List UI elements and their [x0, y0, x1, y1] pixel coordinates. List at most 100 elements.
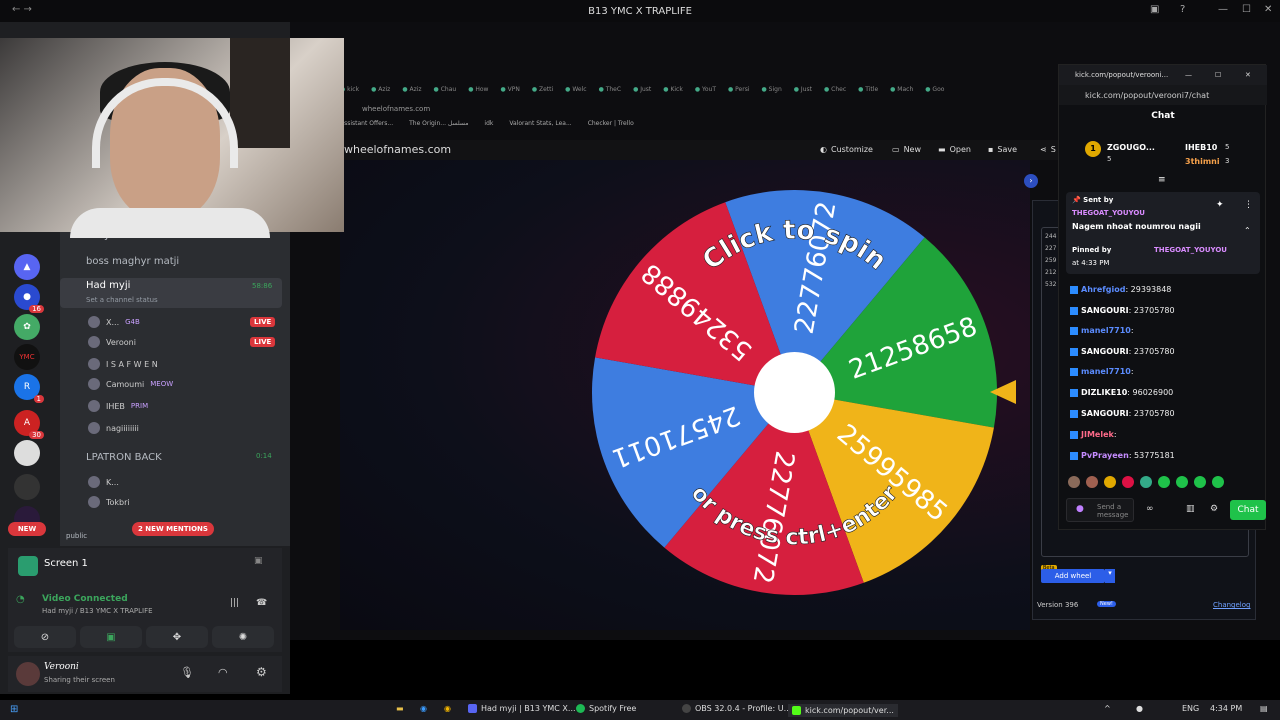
channel-boss[interactable]: boss maghyr matji — [86, 256, 179, 267]
more-icon[interactable]: ⋮ — [1244, 200, 1253, 210]
chat-message[interactable]: manel7710: — [1070, 326, 1134, 335]
settings-icon[interactable]: ⚙ — [256, 665, 267, 679]
bookmark-item[interactable]: Assistant Offers... — [340, 120, 393, 134]
chat-message[interactable]: SANGOURI: 23705780 — [1070, 409, 1175, 418]
browser-tab[interactable]: Kick — [663, 86, 682, 102]
inbox-icon[interactable]: ▣ — [1150, 4, 1159, 15]
voice-user[interactable]: X... G4B — [88, 316, 140, 328]
unpin-icon[interactable]: ✦ — [1216, 200, 1224, 210]
chevron-up-icon[interactable]: ⌃ — [1244, 226, 1251, 235]
browser-tab[interactable]: Sign — [762, 86, 782, 102]
chat-message[interactable]: Ahrefgiod: 29393848 — [1070, 285, 1171, 294]
account-name[interactable]: Verooni — [44, 662, 79, 672]
browser-tab[interactable]: How — [468, 86, 488, 102]
maximize-icon[interactable]: ☐ — [1242, 4, 1251, 15]
tray-mic-icon[interactable]: ● — [1136, 704, 1143, 713]
browser-tab[interactable]: Chau — [434, 86, 456, 102]
server-icon[interactable]: R1 — [14, 374, 44, 403]
language-indicator[interactable]: ENG — [1182, 704, 1199, 713]
share-button[interactable]: ⋖ S — [1040, 145, 1056, 154]
minimize-icon[interactable]: — — [1185, 71, 1192, 79]
server-icon[interactable]: ● 16 — [14, 284, 44, 313]
collapse-icon[interactable]: › — [1024, 174, 1038, 188]
chat-message[interactable]: JIMelek: — [1070, 430, 1117, 439]
chat-message[interactable]: manel7710: — [1070, 367, 1134, 376]
back-forward-icons[interactable]: ← → — [12, 4, 32, 15]
voice-user[interactable]: I S A F W E N — [88, 358, 158, 370]
mic-icon[interactable]: 🎙 — [180, 666, 194, 679]
bookmark-item[interactable]: Checker | Trello — [588, 120, 634, 134]
start-icon[interactable]: ⊞ — [10, 704, 18, 715]
server-icon[interactable]: ▲ — [14, 254, 40, 280]
server-icon[interactable] — [14, 474, 40, 500]
browser-tab[interactable]: Just — [633, 86, 651, 102]
camera-off-button[interactable]: ⊘ — [14, 626, 76, 648]
browser-tab[interactable]: TheC — [599, 86, 621, 102]
chrome-icon[interactable]: ◉ — [444, 704, 451, 713]
chat-username[interactable]: PvPrayeen — [1081, 451, 1129, 460]
browser-tab[interactable]: Zetti — [532, 86, 553, 102]
voice-user[interactable]: K... — [88, 476, 119, 488]
popout-icon[interactable]: ▣ — [254, 556, 263, 566]
voice-user[interactable]: Camoumi MEOW — [88, 378, 173, 390]
clock[interactable]: 4:34 PM — [1210, 704, 1242, 713]
chat-username[interactable]: manel7710 — [1081, 367, 1131, 376]
maximize-icon[interactable]: ☐ — [1215, 71, 1221, 79]
activities-button[interactable]: ✥ — [146, 626, 208, 648]
edge-icon[interactable]: ◉ — [420, 704, 427, 713]
emote-icon[interactable]: ∞ — [1146, 504, 1154, 514]
tray-chevron-icon[interactable]: ^ — [1104, 704, 1111, 713]
voice-user[interactable]: IHEB PRIM — [88, 400, 148, 412]
close-icon[interactable]: ✕ — [1264, 4, 1272, 15]
voice-channel-lpatron[interactable]: LPATRON BACK — [86, 452, 162, 463]
bookmark-item[interactable]: idk — [484, 120, 493, 134]
open-button[interactable]: ▬ Open — [938, 145, 971, 154]
soundboard-button[interactable]: ✺ — [212, 626, 274, 648]
browser-tab[interactable]: YouT — [695, 86, 716, 102]
notification-icon[interactable]: ▤ — [1260, 704, 1268, 713]
avatar[interactable] — [16, 662, 40, 686]
minimize-icon[interactable]: — — [1218, 4, 1228, 15]
chat-username[interactable]: DIZLIKE10 — [1081, 388, 1127, 397]
taskbar-obs[interactable]: OBS 32.0.4 - Profile: U... — [682, 704, 791, 713]
file-explorer-icon[interactable]: ▬ — [396, 704, 404, 713]
filter-icon[interactable]: ≡ — [1158, 175, 1166, 185]
chat-username[interactable]: Ahrefgiod — [1081, 285, 1125, 294]
server-icon[interactable]: A 30 — [14, 410, 44, 439]
chat-message[interactable]: SANGOURI: 23705780 — [1070, 347, 1175, 356]
voice-user[interactable]: nagiiiiiiii — [88, 422, 139, 434]
mic-icon[interactable]: ● — [1076, 504, 1084, 514]
close-icon[interactable]: ✕ — [1245, 71, 1251, 79]
server-icon[interactable]: ✿ — [14, 314, 40, 340]
chat-username[interactable]: SANGOURI — [1081, 409, 1129, 418]
address-bar[interactable]: wheelofnames.com — [362, 105, 430, 113]
save-button[interactable]: ▪ Save — [988, 145, 1017, 154]
headphones-icon[interactable]: ◠ — [218, 666, 228, 679]
browser-tab[interactable]: Mach — [890, 86, 913, 102]
browser-tab[interactable]: Persi — [728, 86, 749, 102]
chat-username[interactable]: SANGOURI — [1081, 306, 1129, 315]
help-icon[interactable]: ? — [1180, 4, 1185, 15]
bookmark-item[interactable]: The Origin... مسلسل — [409, 120, 468, 134]
chat-username[interactable]: JIMelek — [1081, 430, 1114, 439]
browser-tab[interactable]: Just — [794, 86, 812, 102]
customize-button[interactable]: ◐ Customize — [820, 145, 873, 154]
browser-tab[interactable]: Aziz — [402, 86, 421, 102]
voice-user[interactable]: Tokbri — [88, 496, 130, 508]
browser-tab[interactable]: VPN — [500, 86, 520, 102]
browser-tab[interactable]: Aziz — [371, 86, 390, 102]
chat-username[interactable]: manel7710 — [1081, 326, 1131, 335]
browser-tab-strip[interactable]: kickAzizAzizChauHowVPNZettiWelcTheCJustK… — [340, 86, 1066, 102]
channel-status[interactable]: Set a channel status — [86, 296, 158, 304]
chat-send-button[interactable]: Chat — [1230, 500, 1266, 520]
noise-suppression-icon[interactable]: ||| — [230, 598, 239, 608]
new-servers-badge[interactable]: NEW — [8, 522, 46, 536]
chevron-down-icon[interactable]: ▾ — [1105, 569, 1115, 583]
stop-stream-button[interactable]: ▣ — [80, 626, 142, 648]
chat-message[interactable]: SANGOURI: 23705780 — [1070, 306, 1175, 315]
chat-message[interactable]: PvPrayeen: 53775181 — [1070, 451, 1175, 460]
voice-channel-had-myji[interactable]: Had myji — [86, 280, 130, 291]
spin-wheel[interactable]: 2277607221258658259959852277607224571011… — [592, 190, 997, 595]
browser-tab[interactable]: Welc — [565, 86, 586, 102]
settings-icon[interactable]: ⚙ — [1210, 504, 1218, 514]
